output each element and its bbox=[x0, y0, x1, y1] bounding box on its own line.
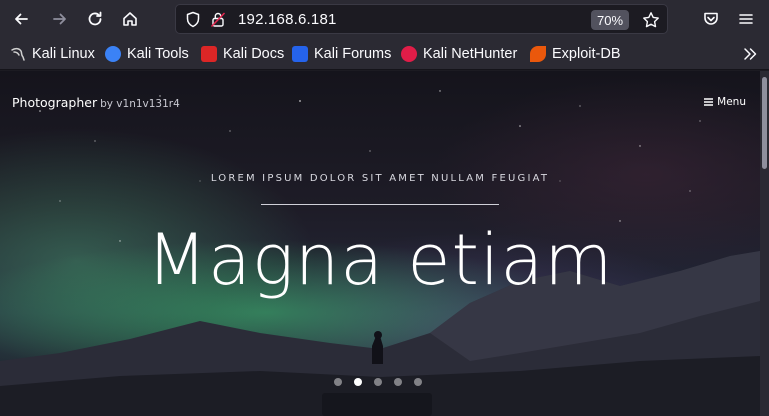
bookmark-label: Kali NetHunter bbox=[423, 46, 518, 62]
hero-title: Magna etiam bbox=[146, 219, 614, 301]
hero-divider bbox=[261, 204, 499, 205]
site-author: by v1n1v131r4 bbox=[100, 98, 180, 110]
bookmark-kali-tools[interactable]: Kali Tools bbox=[105, 43, 189, 65]
page-scrollbar[interactable] bbox=[760, 71, 769, 416]
reload-icon bbox=[88, 11, 102, 26]
chevron-double-right-icon bbox=[744, 48, 757, 60]
exploitdb-icon bbox=[530, 46, 546, 62]
kali-docs-icon bbox=[201, 46, 217, 62]
bookmark-label: Kali Docs bbox=[223, 46, 285, 62]
shield-icon[interactable] bbox=[185, 11, 201, 28]
app-menu-button[interactable] bbox=[731, 5, 761, 33]
forward-button[interactable] bbox=[45, 5, 75, 33]
site-brand[interactable]: Photographer by v1n1v131r4 bbox=[12, 95, 180, 110]
kali-forums-icon bbox=[292, 46, 308, 62]
star-icon[interactable] bbox=[642, 11, 660, 29]
page-viewport: Photographer by v1n1v131r4 Menu LOREM IPS… bbox=[0, 71, 760, 416]
back-button[interactable] bbox=[6, 5, 36, 33]
home-button[interactable] bbox=[115, 5, 145, 33]
back-arrow-icon bbox=[15, 13, 28, 25]
nethunter-icon bbox=[401, 46, 417, 62]
bookmark-kali-nethunter[interactable]: Kali NetHunter bbox=[401, 43, 517, 65]
bookmark-label: Kali Linux bbox=[32, 46, 95, 62]
slide-dot[interactable] bbox=[414, 378, 422, 386]
scrollbar-thumb[interactable] bbox=[762, 77, 767, 169]
hero-subtitle: LOREM IPSUM DOLOR SIT AMET NULLAM FEUGIA… bbox=[210, 173, 550, 184]
home-icon bbox=[123, 12, 137, 26]
zoom-level-badge[interactable]: 70% bbox=[591, 10, 629, 30]
site-title: Photographer bbox=[12, 95, 98, 110]
slide-dot[interactable] bbox=[374, 378, 382, 386]
bookmark-label: Kali Tools bbox=[127, 46, 189, 62]
slide-dot[interactable] bbox=[394, 378, 402, 386]
kali-dragon-icon bbox=[11, 47, 25, 61]
hamburger-icon bbox=[739, 14, 753, 24]
kali-tools-icon bbox=[105, 46, 121, 62]
bookmark-kali-docs[interactable]: Kali Docs bbox=[201, 43, 284, 65]
site-menu-button[interactable]: Menu bbox=[704, 96, 746, 108]
bookmarks-bar: Kali Linux Kali Tools Kali Docs Kali For… bbox=[0, 38, 769, 70]
bookmark-label: Exploit-DB bbox=[552, 46, 621, 62]
bookmark-kali-linux[interactable]: Kali Linux bbox=[10, 43, 95, 65]
forward-arrow-icon bbox=[53, 13, 66, 25]
url-text[interactable]: 192.168.6.181 bbox=[238, 11, 337, 28]
slide-dot[interactable] bbox=[334, 378, 342, 386]
url-bar[interactable]: 192.168.6.181 70% bbox=[175, 4, 668, 34]
slide-dot[interactable] bbox=[354, 378, 362, 386]
bookmark-kali-forums[interactable]: Kali Forums bbox=[292, 43, 391, 65]
lock-icon[interactable] bbox=[210, 11, 226, 28]
menu-label: Menu bbox=[717, 96, 746, 108]
pocket-icon bbox=[704, 12, 718, 25]
slide-indicators bbox=[334, 378, 422, 386]
browser-toolbar: 192.168.6.181 70% bbox=[0, 0, 769, 38]
reload-button[interactable] bbox=[80, 5, 110, 33]
bookmark-label: Kali Forums bbox=[314, 46, 392, 62]
pocket-button[interactable] bbox=[696, 5, 726, 33]
hamburger-icon bbox=[704, 98, 714, 106]
bookmark-exploit-db[interactable]: Exploit-DB bbox=[530, 43, 621, 65]
more-bookmarks-button[interactable] bbox=[739, 43, 761, 65]
